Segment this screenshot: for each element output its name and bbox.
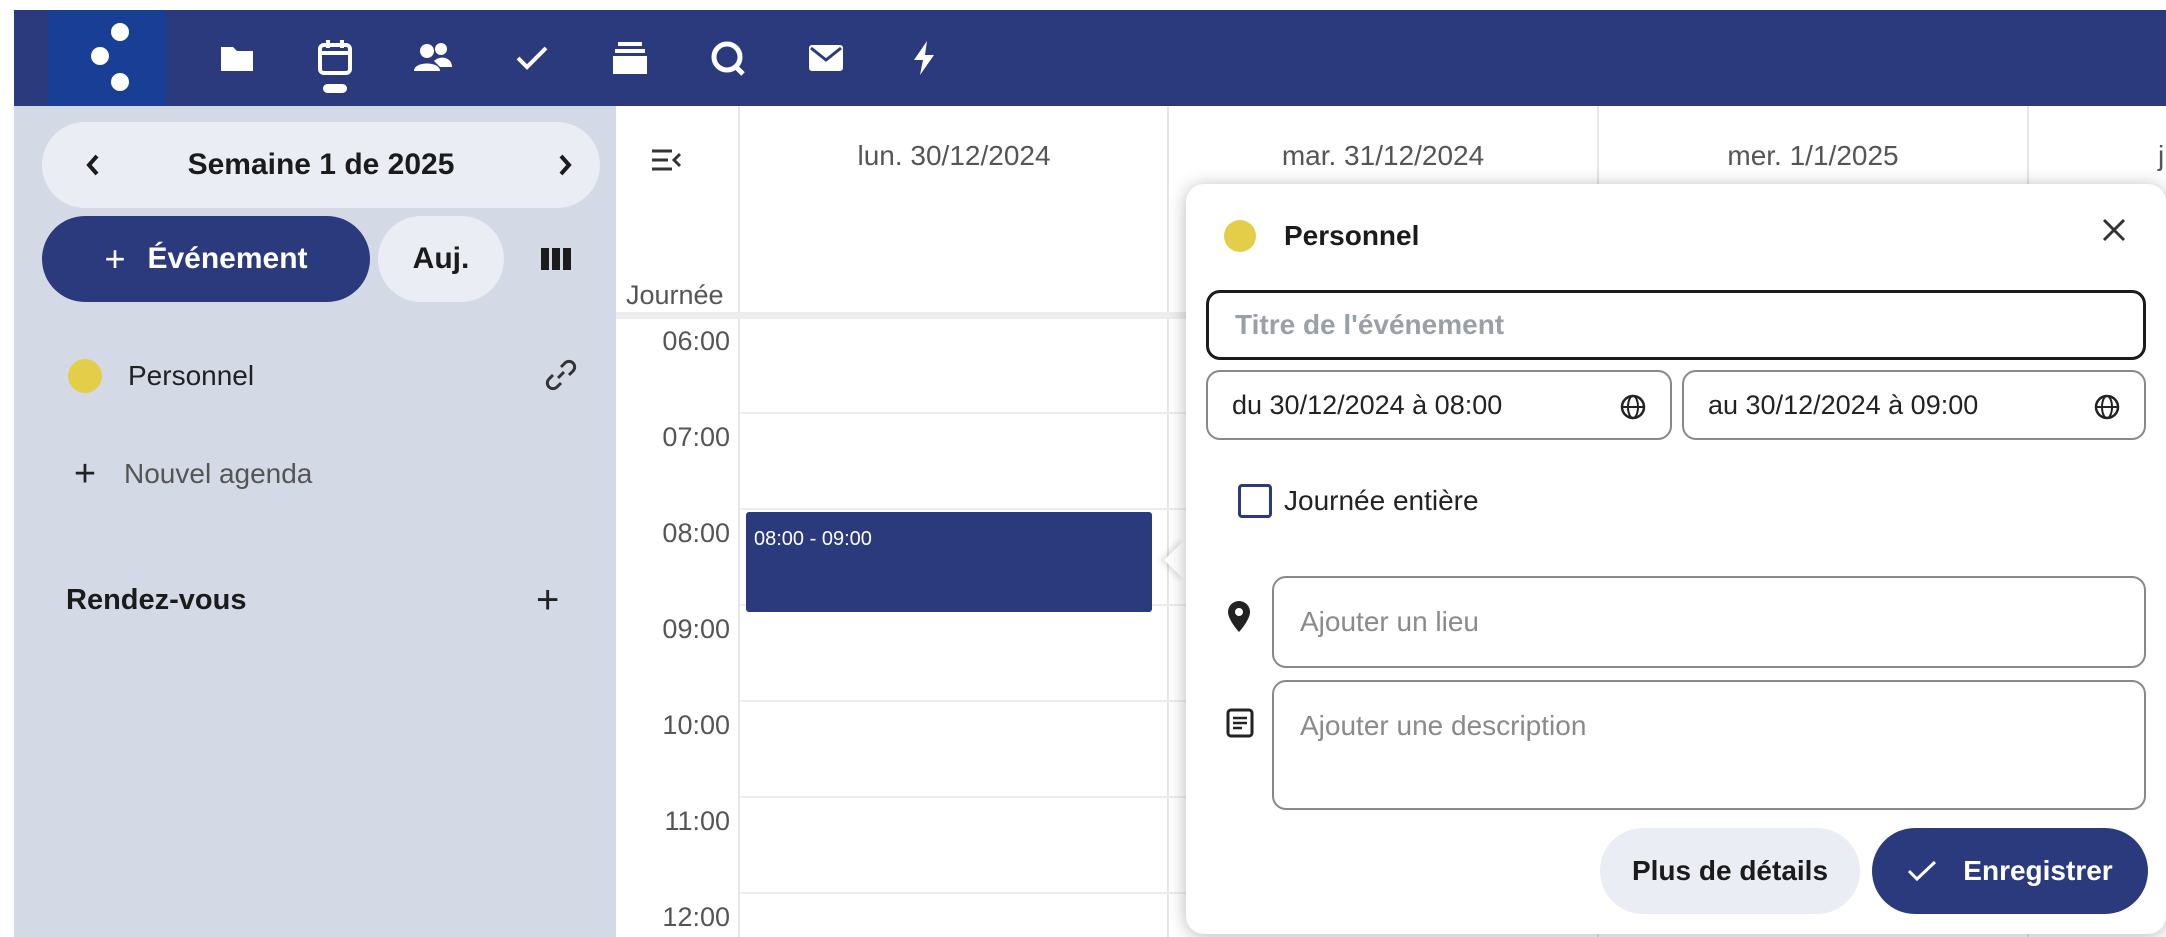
close-icon bbox=[2102, 218, 2126, 242]
description-input[interactable] bbox=[1272, 680, 2146, 810]
new-agenda-label: Nouvel agenda bbox=[124, 458, 313, 489]
hour-label: 11:00 bbox=[664, 806, 730, 836]
week-navigator: Semaine 1 de 2025 bbox=[42, 122, 600, 208]
chevron-left-icon bbox=[86, 154, 99, 176]
calendar-color-dot[interactable] bbox=[1224, 220, 1256, 252]
check-icon bbox=[1908, 860, 1937, 882]
close-button[interactable] bbox=[2098, 214, 2130, 251]
menu-collapse-icon bbox=[652, 149, 682, 171]
start-date-value: du 30/12/2024 à 08:00 bbox=[1232, 389, 1503, 420]
location-pin-icon bbox=[1226, 600, 1252, 639]
grid-divider bbox=[738, 106, 740, 937]
day-header-wednesday[interactable]: mer. 1/1/2025 bbox=[1599, 140, 2027, 176]
popover-calendar-picker[interactable]: Personnel bbox=[1284, 220, 1419, 252]
start-date-field[interactable]: du 30/12/2024 à 08:00 bbox=[1206, 370, 1672, 440]
contacts-icon[interactable] bbox=[403, 10, 463, 106]
location-input[interactable] bbox=[1272, 576, 2146, 668]
all-day-label[interactable]: Journée entière bbox=[1284, 484, 1479, 518]
save-button[interactable]: Enregistrer bbox=[1872, 828, 2148, 914]
appointments-heading: Rendez-vous bbox=[66, 584, 247, 616]
event-title-input[interactable] bbox=[1206, 290, 2146, 360]
lightning-icon[interactable] bbox=[894, 10, 954, 106]
plus-icon: + bbox=[104, 238, 126, 279]
day-header-tuesday[interactable]: mar. 31/12/2024 bbox=[1169, 140, 1597, 176]
active-app-indicator bbox=[323, 84, 347, 93]
nextcloud-logo[interactable] bbox=[48, 10, 166, 106]
calendar-color-dot[interactable] bbox=[68, 359, 102, 393]
chevron-right-icon bbox=[559, 154, 572, 176]
new-event-block[interactable]: 08:00 - 09:00 bbox=[746, 512, 1152, 612]
next-week-button[interactable] bbox=[530, 122, 600, 208]
new-agenda-button[interactable]: + Nouvel agenda bbox=[42, 446, 562, 502]
globe-icon[interactable] bbox=[2094, 394, 2120, 425]
previous-week-button[interactable] bbox=[58, 122, 128, 208]
grid-divider bbox=[1167, 106, 1169, 937]
add-appointment-button[interactable]: + bbox=[536, 578, 559, 623]
end-date-field[interactable]: au 30/12/2024 à 09:00 bbox=[1682, 370, 2146, 440]
event-time: 08:00 - 09:00 bbox=[754, 528, 872, 550]
plus-icon: + bbox=[73, 452, 97, 495]
talk-icon[interactable] bbox=[698, 10, 758, 106]
hour-label: 10:00 bbox=[662, 710, 730, 740]
more-details-button[interactable]: Plus de détails bbox=[1600, 828, 1860, 914]
stack-icon[interactable] bbox=[600, 10, 660, 106]
view-switcher-button[interactable] bbox=[520, 236, 592, 282]
day-header-monday[interactable]: lun. 30/12/2024 bbox=[740, 140, 1168, 176]
folder-icon[interactable] bbox=[207, 10, 267, 106]
share-link-icon[interactable] bbox=[544, 358, 578, 397]
new-event-button[interactable]: + Événement bbox=[42, 216, 370, 302]
hour-label: 12:00 bbox=[662, 902, 730, 932]
hour-label: 07:00 bbox=[662, 422, 730, 452]
hour-label: 09:00 bbox=[662, 614, 730, 644]
all-day-row-label: Journée bbox=[626, 280, 724, 310]
calendar-item-personnel[interactable]: Personnel bbox=[42, 348, 600, 404]
toggle-sidebar-button[interactable] bbox=[650, 146, 682, 179]
mail-icon[interactable] bbox=[796, 10, 856, 106]
hour-label: 08:00 bbox=[662, 518, 730, 548]
calendar-name: Personnel bbox=[128, 360, 255, 391]
hour-label: 06:00 bbox=[662, 326, 730, 356]
columns-icon bbox=[541, 248, 571, 270]
new-event-label: Événement bbox=[147, 242, 308, 275]
check-icon[interactable] bbox=[502, 10, 562, 106]
description-icon bbox=[1226, 708, 1254, 743]
end-date-value: au 30/12/2024 à 09:00 bbox=[1708, 389, 1979, 420]
all-day-checkbox[interactable] bbox=[1238, 484, 1272, 518]
globe-icon[interactable] bbox=[1620, 394, 1646, 425]
today-button[interactable]: Auj. bbox=[378, 216, 504, 302]
save-label: Enregistrer bbox=[1963, 855, 2113, 886]
day-header-thursday[interactable]: j bbox=[2158, 140, 2164, 172]
